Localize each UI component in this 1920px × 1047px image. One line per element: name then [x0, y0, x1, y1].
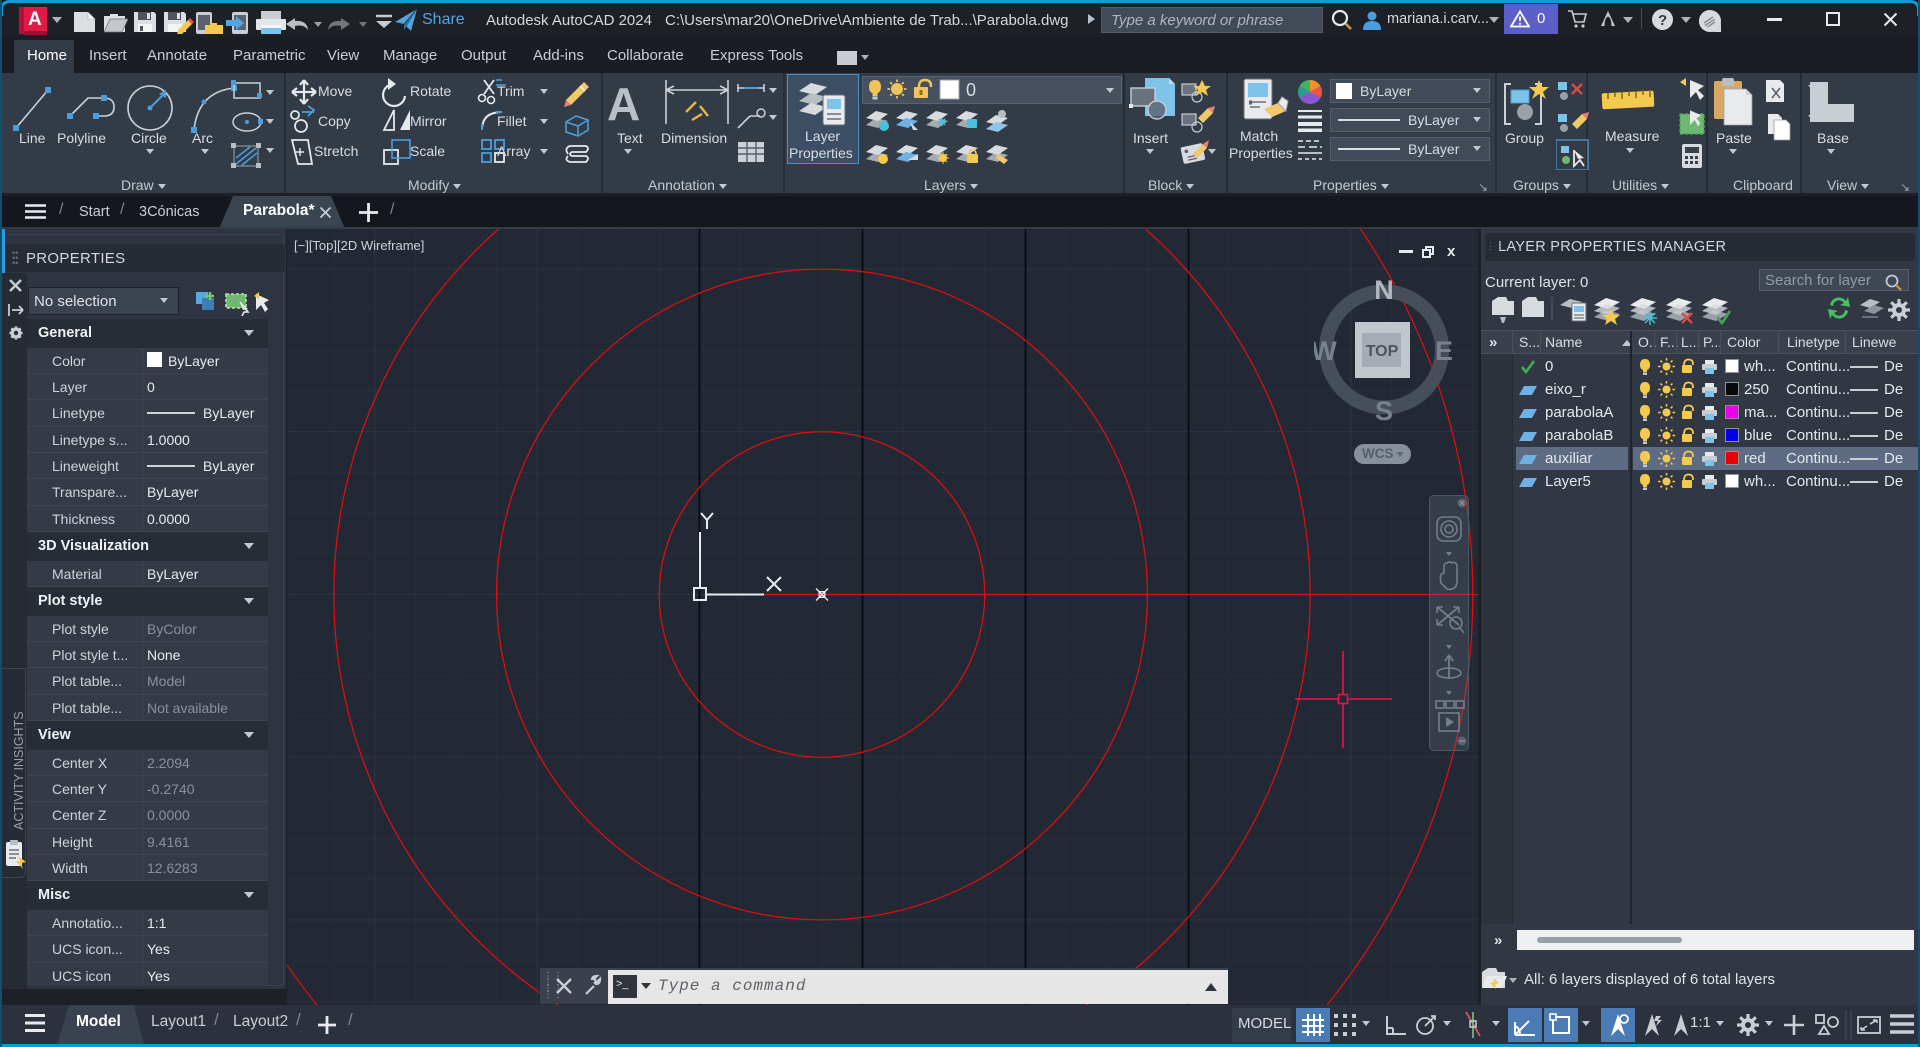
svg-text:TOP: TOP — [1366, 343, 1399, 360]
svg-text:W: W — [1314, 336, 1337, 366]
svg-text:E: E — [1435, 336, 1453, 366]
svg-text:N: N — [1374, 275, 1394, 305]
svg-text:S: S — [1375, 396, 1393, 425]
